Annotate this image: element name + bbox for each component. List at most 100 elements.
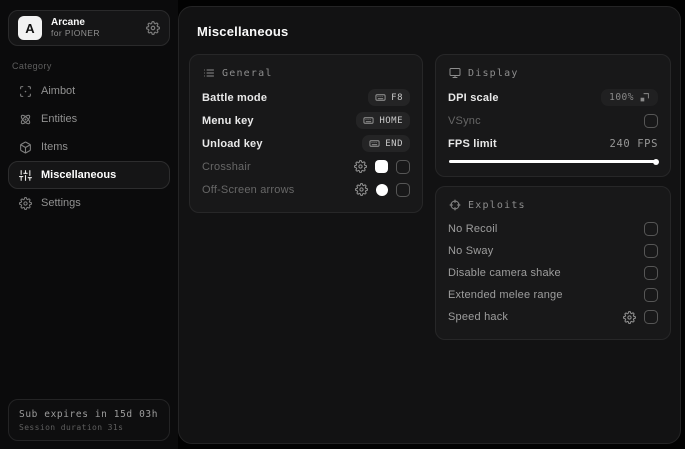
sliders-icon: [19, 169, 32, 182]
category-label: Category: [12, 61, 52, 71]
dpi-scale-row: DPI scale 100%: [448, 86, 658, 109]
vsync-row: VSync: [448, 109, 658, 132]
crosshair-row: Crosshair: [202, 155, 410, 178]
content-columns: General Battle mode F8 Menu key HOME Unl…: [189, 54, 671, 340]
sidebar-item-label: Items: [41, 141, 68, 153]
sidebar: A Arcane for PIONER Category Aimbot Enti…: [0, 0, 178, 449]
speed-hack-row: Speed hack: [448, 306, 658, 328]
general-panel-header: General: [203, 67, 410, 79]
monitor-icon: [449, 67, 461, 79]
app-logo: A: [18, 16, 42, 40]
no-recoil-checkbox[interactable]: [644, 222, 658, 236]
brand-text: Arcane for PIONER: [51, 17, 137, 38]
main-panel: Miscellaneous General Battle mode F8 Men…: [178, 6, 681, 444]
offscreen-arrows-row: Off-Screen arrows: [202, 178, 410, 201]
sidebar-item-aimbot[interactable]: Aimbot: [8, 77, 170, 105]
exploits-panel-header: Exploits: [449, 199, 658, 211]
page-title: Miscellaneous: [197, 24, 289, 39]
resize-icon: [639, 92, 650, 103]
speed-hack-label: Speed hack: [448, 311, 509, 323]
sidebar-item-label: Miscellaneous: [41, 169, 117, 181]
sidebar-item-settings[interactable]: Settings: [8, 189, 170, 217]
battle-mode-row: Battle mode F8: [202, 86, 410, 109]
unload-key-row: Unload key END: [202, 132, 410, 155]
app-subtitle: for PIONER: [51, 27, 100, 38]
no-sway-row: No Sway: [448, 240, 658, 262]
dpi-scale-label: DPI scale: [448, 91, 499, 104]
keybind-value: HOME: [379, 115, 403, 126]
no-sway-checkbox[interactable]: [644, 244, 658, 258]
sub-expires-text: Sub expires in 15d 03h: [19, 409, 159, 420]
display-panel-header: Display: [449, 67, 658, 79]
session-duration-text: Session duration 31s: [19, 423, 124, 432]
fps-slider-fill: [449, 158, 659, 165]
sidebar-nav: Aimbot Entities Items Miscellaneous Sett…: [8, 77, 170, 217]
crosshair-checkbox[interactable]: [396, 159, 410, 174]
menu-key-label: Menu key: [202, 114, 254, 127]
keybind-value: F8: [391, 92, 403, 103]
crosshair-settings-gear-icon[interactable]: [354, 160, 367, 173]
battle-mode-keybind-button[interactable]: F8: [368, 89, 410, 106]
settings-gear-icon[interactable]: [146, 21, 160, 35]
atom-icon: [19, 113, 32, 126]
sidebar-item-entities[interactable]: Entities: [8, 105, 170, 133]
no-recoil-label: No Recoil: [448, 223, 498, 235]
speed-hack-controls: [623, 310, 658, 324]
no-sway-label: No Sway: [448, 245, 494, 257]
offscreen-arrows-color-swatch[interactable]: [376, 183, 388, 196]
exploits-panel: Exploits No Recoil No Sway Disable camer…: [435, 186, 671, 340]
extended-melee-range-checkbox[interactable]: [644, 288, 658, 302]
dpi-scale-value: 100%: [609, 92, 634, 103]
dpi-scale-button[interactable]: 100%: [601, 89, 658, 106]
offscreen-arrows-controls: [355, 182, 410, 197]
no-recoil-row: No Recoil: [448, 218, 658, 240]
exploits-panel-title: Exploits: [468, 199, 526, 211]
extended-melee-range-row: Extended melee range: [448, 284, 658, 306]
fps-limit-label: FPS limit: [448, 137, 497, 150]
sidebar-item-miscellaneous[interactable]: Miscellaneous: [8, 161, 170, 189]
display-panel: Display DPI scale 100% VSync FPS limit 2…: [435, 54, 671, 177]
offscreen-arrows-label: Off-Screen arrows: [202, 183, 295, 196]
right-column: Display DPI scale 100% VSync FPS limit 2…: [435, 54, 671, 340]
list-icon: [203, 67, 215, 79]
sidebar-item-label: Entities: [41, 113, 78, 125]
keyboard-icon: [369, 138, 380, 149]
battle-mode-label: Battle mode: [202, 91, 268, 104]
fps-slider-knob[interactable]: [653, 158, 659, 165]
scan-icon: [19, 85, 32, 98]
disable-camera-shake-row: Disable camera shake: [448, 262, 658, 284]
extended-melee-range-label: Extended melee range: [448, 289, 563, 301]
general-panel: General Battle mode F8 Menu key HOME Unl…: [189, 54, 423, 213]
crosshair-label: Crosshair: [202, 160, 251, 173]
vsync-checkbox[interactable]: [644, 113, 658, 128]
menu-key-keybind-button[interactable]: HOME: [356, 112, 410, 129]
speed-hack-checkbox[interactable]: [644, 310, 658, 324]
sidebar-item-label: Settings: [41, 197, 81, 209]
sidebar-item-label: Aimbot: [41, 85, 76, 97]
keyboard-icon: [363, 115, 374, 126]
subscription-info: Sub expires in 15d 03h Session duration …: [8, 399, 170, 441]
fps-limit-value: 240 FPS: [609, 137, 658, 150]
left-column: General Battle mode F8 Menu key HOME Unl…: [189, 54, 423, 213]
crosshair-icon: [449, 199, 461, 211]
disable-camera-shake-checkbox[interactable]: [644, 266, 658, 280]
crosshair-color-swatch[interactable]: [375, 160, 388, 173]
keybind-value: END: [385, 138, 403, 149]
crosshair-controls: [354, 159, 410, 174]
gear-icon: [19, 196, 32, 210]
offscreen-arrows-settings-gear-icon[interactable]: [355, 183, 368, 196]
unload-key-label: Unload key: [202, 137, 263, 150]
sidebar-item-items[interactable]: Items: [8, 133, 170, 161]
disable-camera-shake-label: Disable camera shake: [448, 267, 561, 279]
display-panel-title: Display: [468, 67, 519, 79]
vsync-label: VSync: [448, 114, 481, 127]
offscreen-arrows-checkbox[interactable]: [396, 182, 410, 197]
fps-limit-slider[interactable]: [449, 158, 659, 165]
brand-card: A Arcane for PIONER: [8, 10, 170, 46]
unload-key-keybind-button[interactable]: END: [362, 135, 410, 152]
speed-hack-settings-gear-icon[interactable]: [623, 310, 636, 324]
fps-limit-row: FPS limit 240 FPS: [448, 132, 658, 155]
keyboard-icon: [375, 92, 386, 103]
box-icon: [19, 141, 32, 154]
general-panel-title: General: [222, 67, 273, 79]
